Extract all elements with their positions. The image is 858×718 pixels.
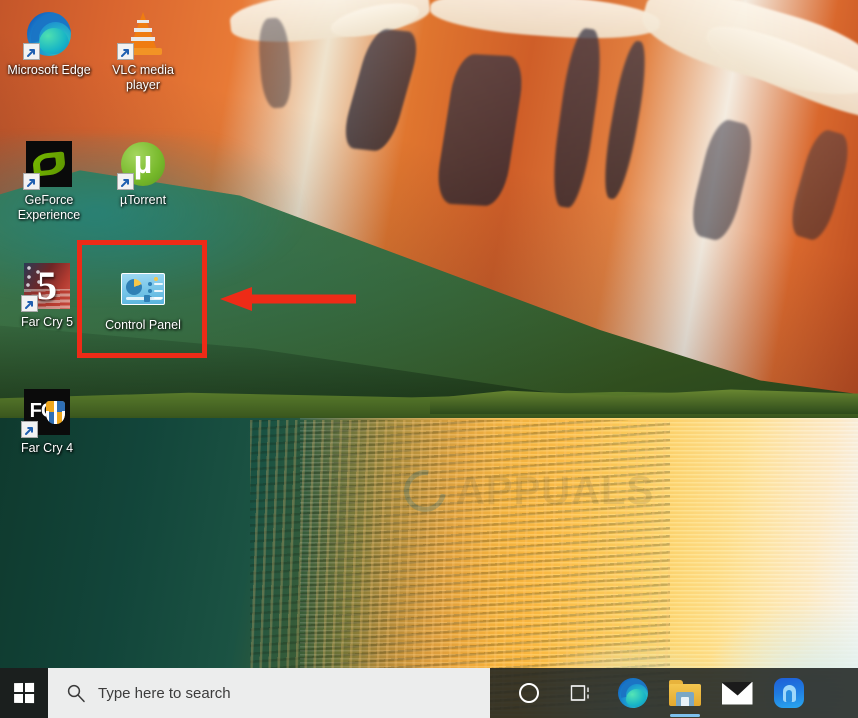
vlc-cone-icon: [117, 10, 167, 60]
edge-icon: [618, 678, 648, 708]
edge-icon: [23, 10, 73, 60]
windows-logo-icon: [14, 682, 35, 704]
desktop-wallpaper: [0, 0, 858, 718]
desktop-icon-label: GeForce Experience: [17, 193, 81, 222]
search-input[interactable]: Type here to search: [48, 668, 490, 718]
desktop-icon-utorrent[interactable]: µ µTorrent: [98, 140, 188, 208]
taskbar-button-mail[interactable]: [714, 669, 760, 717]
mail-envelope-icon: [721, 681, 753, 705]
taskbar-button-microsoft-edge[interactable]: [610, 669, 656, 717]
taskbar-button-security[interactable]: [766, 669, 812, 717]
start-button[interactable]: [0, 668, 48, 718]
cortana-circle-icon: [519, 683, 539, 703]
desktop-icon-label: µTorrent: [119, 193, 167, 207]
taskbar[interactable]: Type here to search: [0, 668, 858, 718]
utorrent-icon: µ: [117, 140, 167, 190]
desktop[interactable]: APPUALS Microsoft Edge: [0, 0, 858, 718]
taskbar-button-task-view[interactable]: [558, 669, 604, 717]
far-cry-4-icon: FC: [21, 388, 71, 438]
desktop-icon-control-panel[interactable]: Control Panel: [98, 265, 188, 333]
shortcut-arrow-icon: [117, 173, 134, 190]
shortcut-arrow-icon: [21, 421, 38, 438]
shortcut-arrow-icon: [117, 43, 134, 60]
shortcut-arrow-icon: [23, 43, 40, 60]
task-view-icon: [570, 685, 589, 701]
folder-icon: [669, 680, 701, 706]
search-placeholder: Type here to search: [98, 684, 231, 702]
desktop-icon-vlc-media-player[interactable]: VLC media player: [98, 10, 188, 93]
desktop-icon-microsoft-edge[interactable]: Microsoft Edge: [4, 10, 94, 78]
desktop-icon-geforce-experience[interactable]: GeForce Experience: [4, 140, 94, 223]
desktop-icon-label: Far Cry 4: [20, 441, 74, 455]
lock-shield-icon: [774, 678, 804, 708]
desktop-icon-label: Microsoft Edge: [7, 63, 91, 77]
taskbar-button-area: [490, 668, 858, 718]
taskbar-button-cortana[interactable]: [506, 669, 552, 717]
desktop-icon-far-cry-5[interactable]: 5 Far Cry 5: [2, 262, 92, 330]
search-icon: [67, 684, 85, 703]
desktop-icon-label: Far Cry 5: [20, 315, 74, 329]
taskbar-button-file-explorer[interactable]: [662, 669, 708, 717]
shortcut-arrow-icon: [23, 173, 40, 190]
control-panel-icon: [119, 265, 167, 313]
shortcut-arrow-icon: [21, 295, 38, 312]
desktop-icon-far-cry-4[interactable]: FC Far Cry 4: [2, 388, 92, 456]
desktop-icon-label: Control Panel: [105, 318, 181, 332]
far-cry-5-icon: 5: [21, 262, 71, 312]
desktop-icon-label: VLC media player: [112, 63, 174, 92]
nvidia-eye-icon: [23, 140, 73, 190]
